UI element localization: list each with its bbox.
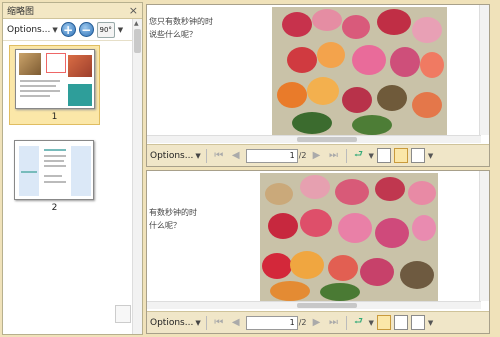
thumb-text-line <box>44 160 64 162</box>
go-back-icon[interactable]: ⮐ <box>352 147 366 164</box>
chevron-down-icon: ▼ <box>52 25 58 34</box>
thumb-text-line <box>44 155 66 157</box>
thumb-text-line <box>20 85 56 87</box>
previous-page-icon[interactable]: ◀ <box>229 150 243 161</box>
vertical-scrollbar[interactable] <box>479 171 489 301</box>
chevron-down-icon[interactable]: ▼ <box>369 152 374 160</box>
plus-circle-icon: + <box>63 23 74 37</box>
pages-icon <box>115 305 131 323</box>
document-view-bottom[interactable]: 有数秒钟的时 什么呢？ Options... ▼ ⏮ ◀ 1 /2 ▶ ⏭ ⮐ … <box>146 170 490 334</box>
thumb-photo-block <box>19 53 41 75</box>
thumbnail-page-2[interactable]: 2 <box>9 137 100 217</box>
thumbnail-panel-header: 缩略图 × <box>3 3 142 19</box>
document-view-top[interactable]: 您只有数秒钟的时 说些什么呢？ Options... ▼ ⏮ ◀ 1 /2 ▶ … <box>146 4 490 167</box>
toolbar-divider <box>205 148 207 163</box>
thumb-heading-line <box>21 171 37 173</box>
last-page-icon[interactable]: ⏭ <box>327 150 341 161</box>
navigation-toolbar: Options... ▼ ⏮ ◀ 1 /2 ▶ ⏭ ⮐ ▼ ▼ <box>147 144 489 166</box>
navigation-toolbar: Options... ▼ ⏮ ◀ 1 /2 ▶ ⏭ ⮐ ▼ ▼ <box>147 311 489 333</box>
thumb-photo-block <box>68 55 92 77</box>
rotate-label: 90° <box>99 25 112 34</box>
next-page-icon[interactable]: ▶ <box>310 150 324 161</box>
document-page: 您只有数秒钟的时 说些什么呢？ <box>147 5 481 135</box>
chevron-down-icon[interactable]: ▼ <box>428 152 433 160</box>
single-page-mode-button[interactable] <box>376 315 391 330</box>
zoom-out-button[interactable]: − <box>78 22 94 37</box>
facing-page-mode-button[interactable] <box>393 315 408 330</box>
flower-photo <box>272 7 447 135</box>
toolbar-divider <box>205 315 207 330</box>
thumbnail-options-button[interactable]: Options... ▼ <box>7 25 58 35</box>
page-number-input[interactable]: 1 <box>245 148 298 163</box>
previous-page-icon[interactable]: ◀ <box>229 317 243 328</box>
page-thumbnail-image <box>15 49 95 109</box>
close-icon[interactable]: × <box>129 4 138 17</box>
document-text-line: 有数秒钟的时 <box>149 208 197 217</box>
minus-circle-icon: − <box>81 23 92 37</box>
document-text-line: 您只有数秒钟的时 <box>149 17 213 26</box>
view-options-label: Options... <box>150 150 194 161</box>
zoom-in-button[interactable]: + <box>60 22 76 37</box>
first-page-icon[interactable]: ⏮ <box>212 150 226 161</box>
thumb-text-line <box>20 80 60 82</box>
document-page: 有数秒钟的时 什么呢？ <box>147 171 481 301</box>
rotate-button[interactable]: 90° <box>96 21 115 38</box>
thumb-text-line <box>20 95 50 97</box>
scrollbar-thumb[interactable] <box>134 29 141 53</box>
single-page-mode-button[interactable] <box>376 148 391 163</box>
thumbnail-page-number: 2 <box>51 203 58 213</box>
thumb-teal-block <box>68 84 92 106</box>
horizontal-scrollbar[interactable] <box>147 301 481 309</box>
horizontal-scrollbar[interactable] <box>147 135 481 143</box>
facing-page-mode-button[interactable] <box>393 148 408 163</box>
continuous-mode-button[interactable] <box>410 148 425 163</box>
scroll-up-icon[interactable]: ▲ <box>134 20 139 27</box>
thumbnail-panel: 缩略图 × Options... ▼ + − 90° ▼ ▲ 1 2 <box>2 2 143 335</box>
chevron-down-icon: ▼ <box>195 318 201 327</box>
page-total: /2 <box>298 151 307 160</box>
thumbnail-page-number: 1 <box>51 112 58 122</box>
scrollbar-thumb[interactable] <box>297 137 357 142</box>
vertical-scrollbar[interactable] <box>479 5 489 135</box>
view-options-label: Options... <box>150 317 194 328</box>
next-page-icon[interactable]: ▶ <box>310 317 324 328</box>
continuous-mode-button[interactable] <box>410 315 425 330</box>
thumb-text-line <box>44 181 66 183</box>
thumbnail-page-1[interactable]: 1 <box>9 45 100 125</box>
rotate-dropdown-icon[interactable]: ▼ <box>118 26 123 34</box>
view-options-button[interactable]: Options... ▼ <box>150 151 201 161</box>
thumb-frame-block <box>46 53 66 73</box>
chevron-down-icon[interactable]: ▼ <box>369 319 374 327</box>
chevron-down-icon[interactable]: ▼ <box>428 319 433 327</box>
first-page-icon[interactable]: ⏮ <box>212 317 226 328</box>
document-text-line: 说些什么呢？ <box>149 30 197 39</box>
document-text-line: 什么呢？ <box>149 221 181 230</box>
flower-photo <box>260 173 438 301</box>
chevron-down-icon: ▼ <box>195 151 201 160</box>
page-total: /2 <box>298 318 307 327</box>
toolbar-divider <box>345 148 347 163</box>
thumb-text-line <box>44 165 66 167</box>
thumbnail-toolbar: Options... ▼ + − 90° ▼ <box>3 19 142 41</box>
last-page-icon[interactable]: ⏭ <box>327 317 341 328</box>
thumbnail-scrollbar[interactable]: ▲ <box>132 19 142 334</box>
thumb-heading-line <box>44 149 66 151</box>
toolbar-divider <box>345 315 347 330</box>
document-text: 您只有数秒钟的时 说些什么呢？ <box>149 15 213 41</box>
page-number-input[interactable]: 1 <box>245 315 298 330</box>
page-thumbnail-image <box>14 140 94 200</box>
thumbnail-panel-title: 缩略图 <box>7 7 35 17</box>
document-text: 有数秒钟的时 什么呢？ <box>149 206 197 232</box>
thumbnail-options-label: Options... <box>7 24 51 35</box>
thumb-text-line <box>44 175 62 177</box>
thumb-text-line <box>20 90 60 92</box>
go-back-icon[interactable]: ⮐ <box>352 314 366 331</box>
view-options-button[interactable]: Options... ▼ <box>150 318 201 328</box>
thumb-column <box>71 146 91 196</box>
scrollbar-thumb[interactable] <box>297 303 357 308</box>
